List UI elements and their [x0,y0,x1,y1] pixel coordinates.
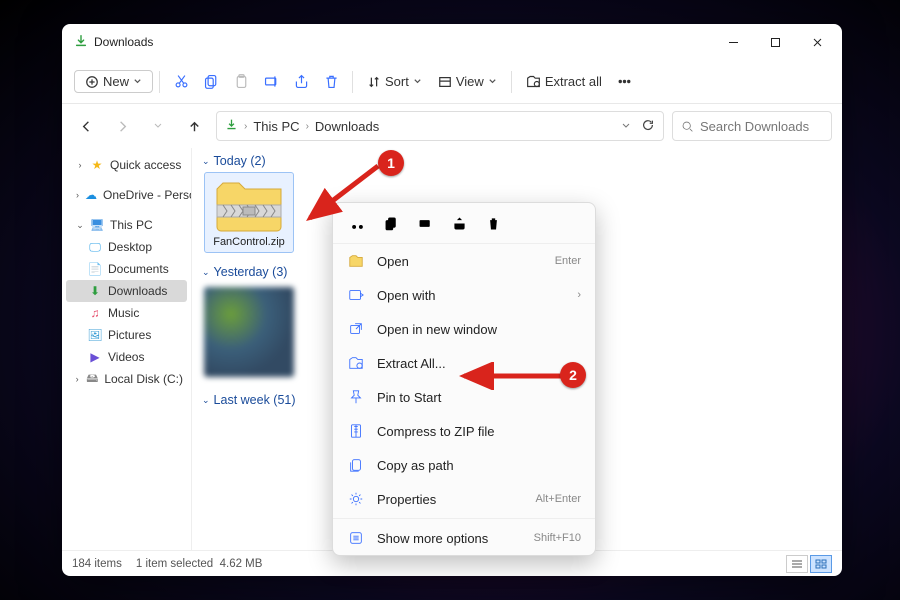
new-button-label: New [103,74,129,89]
extract-all-button[interactable]: Extract all [518,70,610,93]
navigation-pane: ›★Quick access ›☁OneDrive - Perso ⌄🖥This… [62,148,192,550]
paste-icon[interactable] [226,67,256,97]
icons-view-toggle[interactable] [810,555,832,573]
details-view-toggle[interactable] [786,555,808,573]
cloud-icon: ☁ [85,188,97,202]
recent-button[interactable] [144,112,172,140]
back-button[interactable] [72,112,100,140]
search-icon [681,120,694,133]
cut-icon[interactable] [166,67,196,97]
share-icon[interactable] [286,67,316,97]
download-icon: ⬇ [88,284,102,298]
search-input[interactable]: Search Downloads [672,111,832,141]
copy-path-icon [347,456,365,474]
chevron-right-icon: › [244,121,247,132]
sidebar-item-downloads[interactable]: ⬇Downloads [66,280,187,302]
annotation-arrow-2 [452,362,572,390]
zip-folder-icon [213,177,285,233]
extract-all-label: Extract all [545,74,602,89]
new-button[interactable]: New [74,70,153,93]
properties-icon [347,490,365,508]
forward-button[interactable] [108,112,136,140]
chevron-right-icon: › [577,289,581,301]
sort-label: Sort [385,74,409,89]
context-open[interactable]: OpenEnter [333,244,595,278]
close-button[interactable] [796,24,838,60]
sidebar-item-music[interactable]: ♫Music [66,302,187,324]
document-icon: 📄 [88,262,102,276]
thumbnail-blurred[interactable] [204,287,294,377]
context-properties[interactable]: PropertiesAlt+Enter [333,482,595,516]
delete-icon[interactable] [316,67,346,97]
sort-button[interactable]: Sort [359,70,430,93]
context-copy-path[interactable]: Copy as path [333,448,595,482]
new-window-icon [347,320,365,338]
address-bar-row: › This PC › Downloads Search Downloads [62,104,842,148]
copy-icon[interactable] [196,67,226,97]
up-button[interactable] [180,112,208,140]
minimize-button[interactable] [712,24,754,60]
chevron-down-icon[interactable] [621,119,631,134]
maximize-button[interactable] [754,24,796,60]
rename-icon[interactable] [256,67,286,97]
annotation-badge-1: 1 [378,150,404,176]
zip-icon [347,422,365,440]
address-bar[interactable]: › This PC › Downloads [216,111,664,141]
file-fancontrol-zip[interactable]: FanControl.zip [204,172,294,253]
context-open-new-window[interactable]: Open in new window [333,312,595,346]
sidebar-item-this-pc[interactable]: ⌄🖥This PC [66,214,187,236]
picture-icon: 🖼 [88,328,102,342]
search-placeholder: Search Downloads [700,119,809,134]
toolbar: New Sort View Extract all [62,60,842,104]
sidebar-item-onedrive[interactable]: ›☁OneDrive - Perso [66,184,187,206]
desktop-icon: 🖵 [88,240,102,254]
status-item-count: 184 items [72,558,122,570]
download-icon [225,118,238,134]
sidebar-item-quick-access[interactable]: ›★Quick access [66,154,187,176]
extract-icon [347,354,365,372]
rename-icon[interactable] [415,213,435,233]
context-open-with[interactable]: Open with› [333,278,595,312]
sidebar-item-documents[interactable]: 📄Documents [66,258,187,280]
sidebar-item-desktop[interactable]: 🖵Desktop [66,236,187,258]
share-icon[interactable] [449,213,469,233]
context-compress[interactable]: Compress to ZIP file [333,414,595,448]
video-icon: ▶ [88,350,102,364]
more-icon[interactable] [610,67,640,97]
window-title: Downloads [94,35,153,49]
titlebar: Downloads [62,24,842,60]
music-icon: ♫ [88,306,102,320]
file-name-label: FanControl.zip [213,236,285,248]
status-selection: 1 item selected 4.62 MB [136,558,263,570]
pin-icon [347,388,365,406]
view-label: View [456,74,484,89]
annotation-badge-2: 2 [560,362,586,388]
pc-icon: 🖥 [90,218,104,232]
download-icon [74,34,88,51]
chevron-right-icon: › [306,121,309,132]
annotation-arrow-1 [296,156,388,234]
sidebar-item-local-disk[interactable]: ›🖴Local Disk (C:) [66,368,187,390]
star-icon: ★ [90,158,104,172]
context-show-more[interactable]: Show more optionsShift+F10 [333,521,595,555]
sidebar-item-videos[interactable]: ▶Videos [66,346,187,368]
refresh-icon[interactable] [641,118,655,135]
view-button[interactable]: View [430,70,505,93]
delete-icon[interactable] [483,213,503,233]
breadcrumb-root[interactable]: This PC [253,119,299,134]
open-with-icon [347,286,365,304]
breadcrumb-folder[interactable]: Downloads [315,119,379,134]
more-options-icon [347,529,365,547]
disk-icon: 🖴 [86,372,98,386]
sidebar-item-pictures[interactable]: 🖼Pictures [66,324,187,346]
folder-icon [347,252,365,270]
